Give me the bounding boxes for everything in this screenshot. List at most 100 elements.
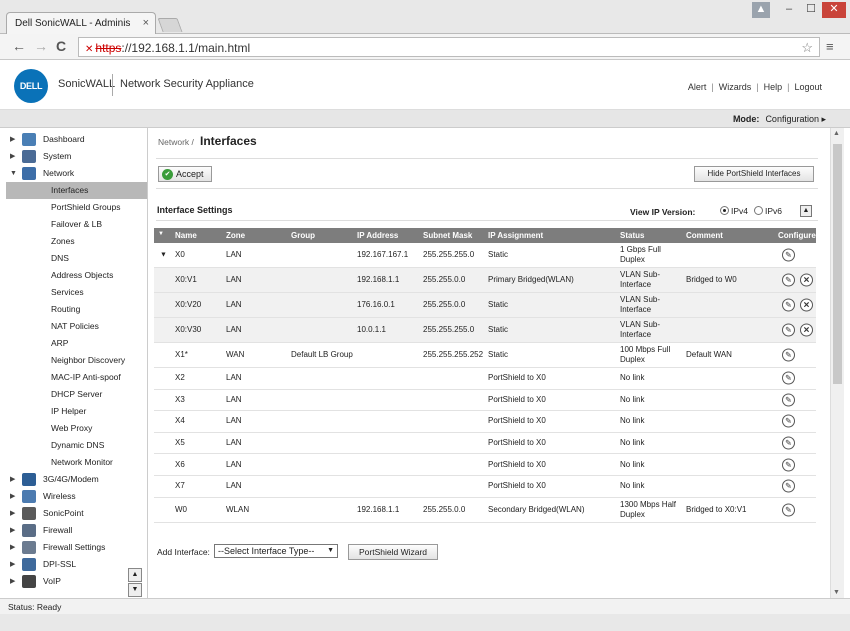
expand-arrow-icon[interactable]: ▶ bbox=[10, 488, 15, 505]
delete-icon[interactable]: ✕ bbox=[800, 273, 813, 287]
reload-icon[interactable]: C bbox=[56, 38, 66, 54]
col-name[interactable]: Name bbox=[175, 231, 197, 240]
cell-name: X0 bbox=[175, 250, 185, 259]
expand-arrow-icon[interactable]: ▶ bbox=[10, 573, 15, 590]
sidebar-sub-ip-helper[interactable]: IP Helper bbox=[6, 403, 147, 420]
delete-icon[interactable]: ✕ bbox=[800, 298, 813, 312]
expand-arrow-icon[interactable]: ▶ bbox=[10, 539, 15, 556]
status-bar: Status: Ready bbox=[0, 598, 850, 614]
expand-arrow-icon[interactable]: ▶ bbox=[10, 471, 15, 488]
col-ip-assignment[interactable]: IP Assignment bbox=[488, 231, 543, 240]
sidebar-item-firewall[interactable]: ▶ Firewall bbox=[6, 522, 147, 539]
configure-edit-icon[interactable]: ✎ bbox=[782, 436, 795, 450]
main-scrollbar[interactable]: ▲ ▼ bbox=[830, 128, 844, 598]
collapse-section-icon[interactable]: ▲ bbox=[800, 205, 812, 217]
maximize-icon[interactable]: ☐ bbox=[800, 2, 822, 18]
breadcrumb[interactable]: Network / bbox=[158, 137, 194, 147]
logout-link[interactable]: Logout bbox=[794, 82, 822, 92]
configure-edit-icon[interactable]: ✎ bbox=[782, 273, 795, 287]
accept-button[interactable]: ✔ Accept bbox=[158, 166, 212, 182]
window-close-icon[interactable]: ✕ bbox=[822, 2, 846, 18]
sidebar-item-network[interactable]: ▼ Network bbox=[6, 165, 147, 182]
user-profile-icon[interactable]: ▲ bbox=[752, 2, 770, 18]
sidebar-sub-mac-ip-anti-spoof[interactable]: MAC-IP Anti-spoof bbox=[6, 369, 147, 386]
sidebar-item-3g-4g-modem[interactable]: ▶ 3G/4G/Modem bbox=[6, 471, 147, 488]
sidebar-sub-interfaces[interactable]: Interfaces bbox=[6, 182, 147, 199]
sidebar-sub-neighbor-discovery[interactable]: Neighbor Discovery bbox=[6, 352, 147, 369]
expand-arrow-icon[interactable]: ▼ bbox=[10, 165, 17, 182]
col-group[interactable]: Group bbox=[291, 231, 315, 240]
ipv4-radio[interactable]: IPv4 bbox=[720, 206, 748, 216]
ipv6-radio[interactable]: IPv6 bbox=[754, 206, 782, 216]
browser-menu-icon[interactable]: ≡ bbox=[826, 39, 834, 54]
alert-link[interactable]: Alert bbox=[688, 82, 707, 92]
col-ip-address[interactable]: IP Address bbox=[357, 231, 398, 240]
expand-arrow-icon[interactable]: ▶ bbox=[10, 148, 15, 165]
delete-icon[interactable]: ✕ bbox=[800, 323, 813, 337]
sidebar-item-dpi-ssl[interactable]: ▶ DPI-SSL bbox=[6, 556, 147, 573]
sidebar-sub-dynamic-dns[interactable]: Dynamic DNS bbox=[6, 437, 147, 454]
expand-arrow-icon[interactable]: ▶ bbox=[10, 505, 15, 522]
new-tab-button[interactable] bbox=[157, 18, 183, 32]
browser-tab[interactable]: Dell SonicWALL - Adminis × bbox=[6, 12, 156, 34]
sidebar-sub-portshield-groups[interactable]: PortShield Groups bbox=[6, 199, 147, 216]
col-subnet-mask[interactable]: Subnet Mask bbox=[423, 231, 472, 240]
sidebar-sub-routing[interactable]: Routing bbox=[6, 301, 147, 318]
portshield-wizard-button[interactable]: PortShield Wizard bbox=[348, 544, 438, 560]
configure-edit-icon[interactable]: ✎ bbox=[782, 479, 795, 493]
col-status[interactable]: Status bbox=[620, 231, 644, 240]
sidebar-sub-arp[interactable]: ARP bbox=[6, 335, 147, 352]
configure-edit-icon[interactable]: ✎ bbox=[782, 298, 795, 312]
back-icon[interactable]: ← bbox=[12, 38, 26, 54]
url-input[interactable]: ✕ https://192.168.1.1/main.html ☆ bbox=[78, 37, 820, 57]
expand-arrow-icon[interactable]: ▶ bbox=[10, 556, 15, 573]
sidebar-item-dashboard[interactable]: ▶ Dashboard bbox=[6, 131, 147, 148]
hide-portshield-button[interactable]: Hide PortShield Interfaces bbox=[694, 166, 814, 182]
scroll-down-icon[interactable]: ▼ bbox=[833, 589, 840, 596]
minimize-icon[interactable]: – bbox=[778, 2, 800, 18]
sidebar-sub-network-monitor[interactable]: Network Monitor bbox=[6, 454, 147, 471]
scroll-up-icon[interactable]: ▲ bbox=[833, 130, 840, 137]
sidebar-scroll-up-icon[interactable]: ▲ bbox=[128, 568, 142, 582]
configure-edit-icon[interactable]: ✎ bbox=[782, 348, 795, 362]
sidebar-item-label: Firewall Settings bbox=[43, 542, 106, 552]
wizards-link[interactable]: Wizards bbox=[719, 82, 752, 92]
sidebar-item-sonicpoint[interactable]: ▶ SonicPoint bbox=[6, 505, 147, 522]
sidebar-sub-dhcp-server[interactable]: DHCP Server bbox=[6, 386, 147, 403]
configure-edit-icon[interactable]: ✎ bbox=[782, 414, 795, 428]
configure-edit-icon[interactable]: ✎ bbox=[782, 393, 795, 407]
help-link[interactable]: Help bbox=[764, 82, 783, 92]
sidebar-sub-web-proxy[interactable]: Web Proxy bbox=[6, 420, 147, 437]
interface-type-select[interactable]: --Select Interface Type-- ▼ bbox=[214, 544, 338, 558]
row-expand-icon[interactable]: ▼ bbox=[160, 252, 167, 259]
sidebar-sub-dns[interactable]: DNS bbox=[6, 250, 147, 267]
forward-icon[interactable]: → bbox=[34, 38, 48, 54]
configure-edit-icon[interactable]: ✎ bbox=[782, 371, 795, 385]
sidebar-sub-services[interactable]: Services bbox=[6, 284, 147, 301]
sidebar-scroll-down-icon[interactable]: ▼ bbox=[128, 583, 142, 597]
sidebar-sub-zones[interactable]: Zones bbox=[6, 233, 147, 250]
sidebar-item-voip[interactable]: ▶ VoIP bbox=[6, 573, 147, 590]
configure-edit-icon[interactable]: ✎ bbox=[782, 503, 795, 517]
sidebar-sub-failover-lb[interactable]: Failover & LB bbox=[6, 216, 147, 233]
expand-arrow-icon[interactable]: ▶ bbox=[10, 131, 15, 148]
configure-edit-icon[interactable]: ✎ bbox=[782, 323, 795, 337]
sidebar-item-firewall-settings[interactable]: ▶ Firewall Settings bbox=[6, 539, 147, 556]
mode-selector[interactable]: Mode: Configuration ▸ bbox=[733, 114, 826, 125]
sidebar-item-wireless[interactable]: ▶ Wireless bbox=[6, 488, 147, 505]
sidebar-sub-nat-policies[interactable]: NAT Policies bbox=[6, 318, 147, 335]
col-zone[interactable]: Zone bbox=[226, 231, 245, 240]
cell-ip: 192.167.167.1 bbox=[357, 250, 409, 259]
cell-name: X0:V1 bbox=[175, 275, 197, 284]
cell-status: No link bbox=[620, 459, 645, 469]
sidebar-sub-address-objects[interactable]: Address Objects bbox=[6, 267, 147, 284]
configure-edit-icon[interactable]: ✎ bbox=[782, 458, 795, 472]
col-comment[interactable]: Comment bbox=[686, 231, 723, 240]
sidebar-item-system[interactable]: ▶ System bbox=[6, 148, 147, 165]
tab-close-icon[interactable]: × bbox=[143, 17, 149, 29]
expand-all-icon[interactable]: ▼ bbox=[158, 231, 164, 237]
expand-arrow-icon[interactable]: ▶ bbox=[10, 522, 15, 539]
bookmark-star-icon[interactable]: ☆ bbox=[801, 40, 813, 56]
scrollbar-thumb[interactable] bbox=[833, 144, 842, 384]
configure-edit-icon[interactable]: ✎ bbox=[782, 248, 795, 262]
